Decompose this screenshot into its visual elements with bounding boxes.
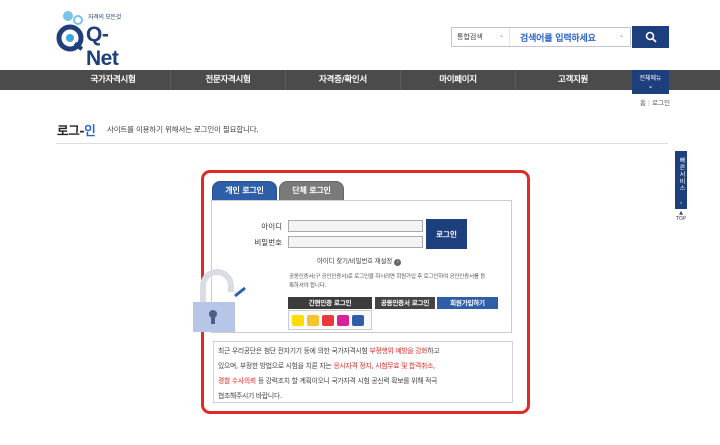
find-account-link[interactable]: 아이디 찾기/비밀번호 재설정 › [317, 255, 402, 266]
nav-item-certificate[interactable]: 자격증/확인서 [285, 70, 400, 90]
chevron-down-icon: ⌄ [618, 32, 624, 39]
notice-text: 하고 [427, 347, 440, 355]
tab-group-login[interactable]: 단체 로그인 [279, 181, 344, 201]
notice-highlight: 부정행위 예방을 강화 [369, 347, 428, 355]
page-title: 로그-인 [57, 120, 96, 139]
breadcrumb-current: 로그인 [652, 99, 670, 107]
divider [56, 143, 668, 144]
all-menu-label: 전체메뉴 [639, 75, 662, 82]
search-bar: 통합검색 ⌄ 검색어를 입력하세요 ⌄ [451, 27, 631, 47]
search-input[interactable]: 검색어를 입력하세요 [510, 31, 630, 44]
breadcrumb: 홈 | 로그인 [639, 99, 670, 107]
search-category-select[interactable]: 통합검색 ⌄ [452, 28, 510, 46]
logo-name: Q-Net [86, 23, 119, 70]
notice-text: 최근 우리공단은 첨단 전자기기 등에 의한 국가자격시험 [218, 347, 370, 355]
search-icon [645, 31, 657, 43]
search-button[interactable] [632, 26, 669, 48]
password-input[interactable] [288, 236, 423, 248]
page-title-accent: 인 [84, 123, 96, 138]
logo-mark [56, 11, 84, 52]
fraud-notice: 최근 우리공단은 첨단 전자기기 등에 의한 국가자격시험 부정행위 예방을 강… [213, 341, 513, 403]
nav-item-national-exam[interactable]: 국가자격시험 [56, 70, 170, 90]
joint-cert-login-button[interactable]: 공동인증서 로그인 [375, 297, 435, 309]
simple-cert-login-button[interactable]: 간편인증 로그인 [288, 297, 372, 309]
nav-item-professional-exam[interactable]: 전문자격시험 [170, 70, 285, 90]
top-button[interactable]: ▲ TOP [675, 210, 687, 222]
notice-highlight: 응시자격 정지, 시험무효 및 합격취소, [333, 362, 435, 370]
chevron-down-icon: ⌄ [647, 82, 654, 90]
nav-item-support[interactable]: 고객지원 [515, 70, 630, 90]
find-account-label: 아이디 찾기/비밀번호 재설정 [317, 257, 393, 265]
provider-icon[interactable] [307, 314, 319, 326]
page-subtitle: 사이트를 이용하기 위해서는 로그인이 필요합니다. [107, 125, 259, 134]
kakao-icon[interactable] [292, 314, 304, 326]
provider-icon[interactable] [352, 314, 364, 326]
id-label: 아이디 [261, 222, 282, 231]
cert-notice: 공동인증서(구 공인인증서)로 로그인을 하시려면 회원가입 후 로그인하여 공… [289, 274, 486, 289]
logo-tagline: 자격의 모든것 [88, 14, 121, 21]
all-menu-button[interactable]: 전체메뉴 ⌄ [632, 70, 669, 94]
quick-service-bar[interactable]: 빠른서비스 [675, 151, 687, 197]
top-label: TOP [675, 216, 686, 222]
password-label: 비밀번호 [254, 238, 282, 247]
search-category-label: 통합검색 [457, 33, 483, 41]
main-nav: 국가자격시험 전문자격시험 자격증/확인서 마이페이지 고객지원 [0, 70, 720, 90]
notice-text: 있으며, 부정한 방법으로 시험을 치른 자는 [218, 362, 334, 370]
chevron-left-icon[interactable]: ‹ [675, 197, 687, 209]
id-input[interactable] [288, 220, 423, 232]
chevron-down-icon: ⌄ [498, 32, 504, 39]
login-button[interactable]: 로그인 [426, 219, 467, 249]
chevron-right-icon: › [394, 259, 402, 266]
lock-icon [193, 269, 246, 332]
join-button[interactable]: 회원가입하기 [437, 297, 498, 309]
provider-icon[interactable] [322, 314, 334, 326]
simple-cert-providers [288, 310, 372, 330]
tab-personal-login[interactable]: 개인 로그인 [212, 181, 277, 201]
notice-text: 협조해주시기 바랍니다. [218, 392, 282, 400]
notice-text: 등 강력조치 할 계획이오니 국가자격 시험 공신력 확보를 위해 적극 [255, 377, 438, 385]
provider-icon[interactable] [337, 314, 349, 326]
breadcrumb-home[interactable]: 홈 [640, 99, 646, 107]
nav-item-mypage[interactable]: 마이페이지 [400, 70, 515, 90]
qnet-logo[interactable]: 자격의 모든것 Q-Net [56, 8, 136, 70]
notice-highlight: 경찰 수사의뢰 [218, 377, 256, 385]
page-title-text: 로그- [57, 123, 85, 138]
